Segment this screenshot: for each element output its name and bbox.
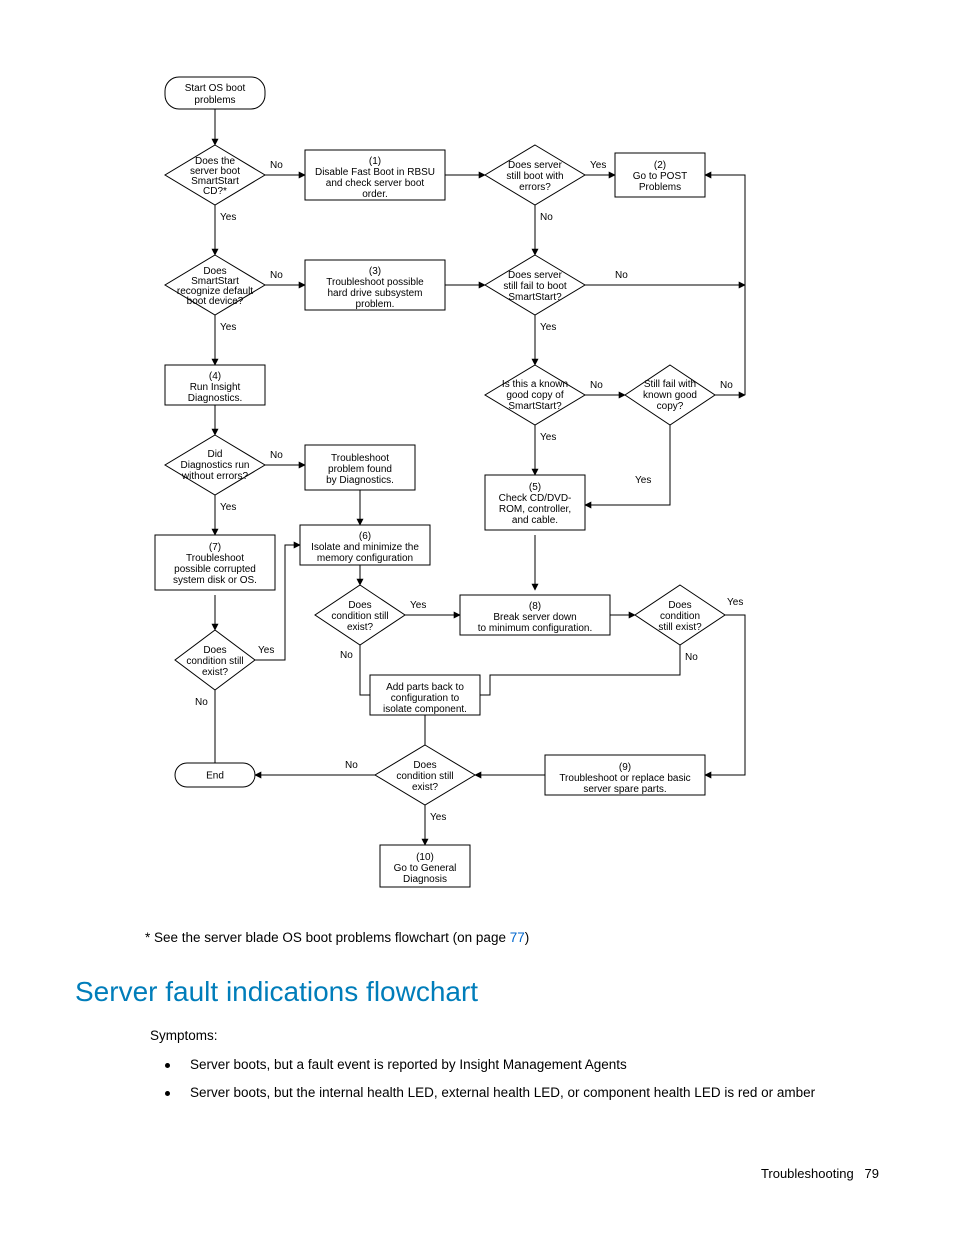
svg-text:Add parts back toconfiguration: Add parts back toconfiguration toisolate… [383, 682, 467, 715]
flowchart-diagram: Start OS bootproblems Does theserver boo… [145, 75, 765, 915]
svg-text:No: No [195, 697, 208, 708]
node-d-cond2: Doesconditionstill exist? [635, 585, 725, 645]
svg-text:No: No [720, 380, 733, 391]
node-d-cond3: Doescondition stillexist? [175, 630, 255, 690]
node-d-cond4: Doescondition stillexist? [375, 745, 475, 805]
node-d-recog: DoesSmartStartrecognize defaultboot devi… [165, 255, 265, 315]
node-d-cond1: Doescondition stillexist? [315, 585, 405, 645]
svg-text:Yes: Yes [540, 432, 556, 443]
node-d-stillfail: Still fail withknown goodcopy? [625, 365, 715, 425]
bullet-icon [165, 1063, 170, 1068]
node-p3: (3)Troubleshoot possiblehard drive subsy… [305, 260, 445, 310]
footer-section: Troubleshooting [761, 1166, 854, 1181]
svg-text:Yes: Yes [258, 645, 274, 656]
svg-text:No: No [270, 450, 283, 461]
svg-text:Yes: Yes [220, 212, 236, 223]
svg-text:Does serverstill fail to bootS: Does serverstill fail to bootSmartStart? [503, 270, 567, 303]
page-footer: Troubleshooting 79 [761, 1166, 879, 1181]
node-p7: (7)Troubleshootpossible corruptedsystem … [155, 535, 275, 590]
footnote-suffix: ) [525, 930, 530, 945]
page: Start OS bootproblems Does theserver boo… [0, 0, 954, 1235]
footer-page-number: 79 [865, 1166, 879, 1181]
node-d-failboot: Does serverstill fail to bootSmartStart? [485, 255, 585, 315]
svg-text:Yes: Yes [727, 597, 743, 608]
svg-text:End: End [206, 771, 224, 782]
svg-text:No: No [270, 160, 283, 171]
node-p2: (2)Go to POSTProblems [615, 153, 705, 197]
symptoms-label: Symptoms: [150, 1028, 218, 1043]
node-p-addback: Add parts back toconfiguration toisolate… [370, 675, 480, 715]
svg-text:Is this a knowngood copy ofSma: Is this a knowngood copy ofSmartStart? [502, 379, 568, 412]
svg-text:No: No [345, 760, 358, 771]
node-d-known: Is this a knowngood copy ofSmartStart? [485, 365, 585, 425]
svg-text:No: No [270, 270, 283, 281]
node-d-bootcd: Does theserver bootSmartStartCD?* [165, 145, 265, 205]
svg-text:Yes: Yes [410, 600, 426, 611]
svg-text:Yes: Yes [540, 322, 556, 333]
svg-text:No: No [590, 380, 603, 391]
svg-text:No: No [540, 212, 553, 223]
node-d-errors: Does serverstill boot witherrors? [485, 145, 585, 205]
node-end: End [175, 763, 255, 787]
node-start: Start OS bootproblems [165, 77, 265, 109]
node-p10: (10)Go to GeneralDiagnosis [380, 845, 470, 887]
svg-text:No: No [340, 650, 353, 661]
bullet-1: Server boots, but a fault event is repor… [190, 1057, 627, 1072]
svg-text:Yes: Yes [635, 475, 651, 486]
section-heading: Server fault indications flowchart [75, 976, 478, 1008]
node-p5: (5)Check CD/DVD-ROM, controller,and cabl… [485, 475, 585, 530]
svg-text:Yes: Yes [220, 322, 236, 333]
node-p6: (6)Isolate and minimize thememory config… [300, 525, 430, 565]
svg-text:Yes: Yes [590, 160, 606, 171]
bullet-icon [165, 1091, 170, 1096]
svg-text:Troubleshootproblem foundby Di: Troubleshootproblem foundby Diagnostics. [326, 453, 394, 486]
node-p-diagfix: Troubleshootproblem foundby Diagnostics. [305, 445, 415, 490]
bullet-2: Server boots, but the internal health LE… [190, 1085, 815, 1100]
footnote-text: * See the server blade OS boot problems … [145, 930, 510, 945]
svg-text:No: No [685, 652, 698, 663]
svg-text:No: No [615, 270, 628, 281]
node-p8: (8)Break server downto minimum configura… [460, 595, 610, 635]
node-p4: (4)Run InsightDiagnostics. [165, 365, 265, 405]
node-p1: (1)Disable Fast Boot in RBSUand check se… [305, 150, 445, 200]
footnote: * See the server blade OS boot problems … [145, 930, 529, 945]
svg-text:Yes: Yes [220, 502, 236, 513]
footnote-page-link[interactable]: 77 [510, 930, 525, 945]
node-d-diag: DidDiagnostics runwithout errors? [165, 435, 265, 495]
node-p9: (9)Troubleshoot or replace basicserver s… [545, 755, 705, 795]
svg-text:Yes: Yes [430, 812, 446, 823]
